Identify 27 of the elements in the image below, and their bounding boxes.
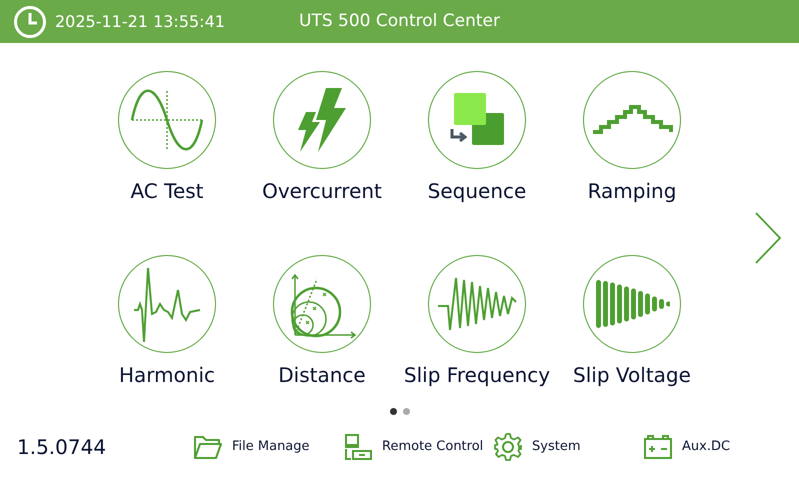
computer-icon [343,433,373,461]
version-number: 1.5.0744 [16,434,108,461]
tapering-bars-icon [594,279,670,329]
chevron-right-icon [753,211,783,265]
staircase-icon [591,104,673,136]
test-module-button[interactable]: Ramping [554,71,710,205]
toolbar-button[interactable]: System [493,432,643,462]
lightning-bolts-icon [296,86,348,154]
window-title: UTS 500 Control Center [299,10,500,33]
test-module-button[interactable]: Sequence [400,71,554,205]
test-module-button[interactable]: Slip Voltage [554,255,710,389]
test-module-button[interactable]: AC Test [90,71,244,205]
folder-icon [193,434,223,460]
test-module-button[interactable]: Overcurrent [244,71,400,205]
clock-icon [13,4,47,38]
test-module-button[interactable]: Slip Frequency [400,255,554,389]
toolbar-button[interactable]: File Manage [193,434,343,460]
toolbar-button[interactable]: Remote Control [343,433,493,461]
battery-icon [643,434,673,460]
decaying-zigzag-icon [436,276,518,332]
date-time: 2025-11-21 13:55:41 [55,10,225,32]
test-module-button[interactable]: Distance [244,255,400,389]
test-module-button[interactable]: Harmonic [90,255,244,389]
next-page-button[interactable] [753,211,783,265]
toolbar-button[interactable]: Aux.DC [643,434,793,460]
sine-wave-icon [130,89,204,151]
settings-icon [493,432,523,462]
